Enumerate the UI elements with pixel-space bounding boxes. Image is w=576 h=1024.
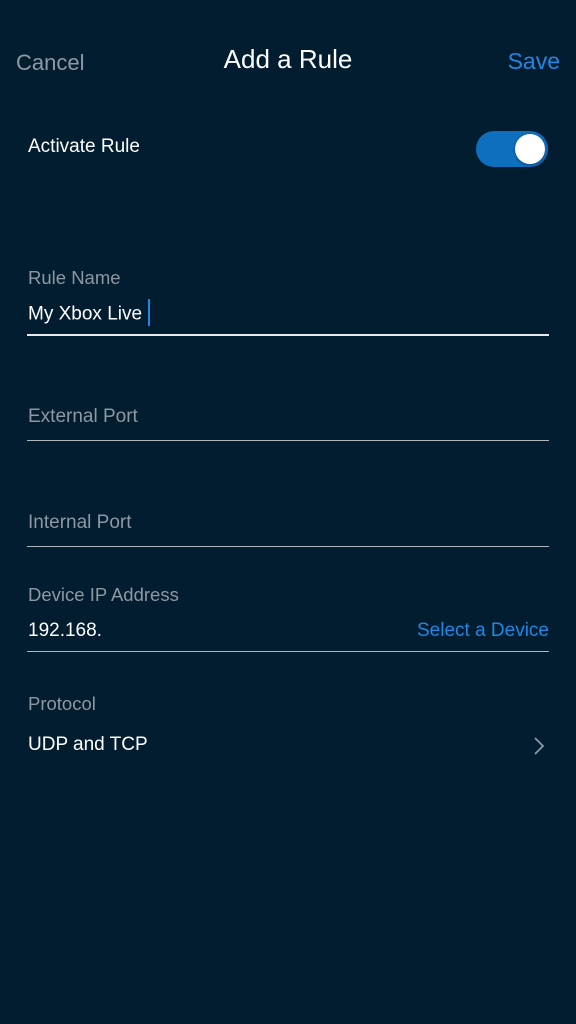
external-port-input[interactable]: External Port [28,406,138,428]
external-port-underline [27,440,549,441]
toggle-knob [515,134,545,164]
save-button[interactable]: Save [508,48,560,75]
activate-rule-label: Activate Rule [28,136,140,157]
device-ip-underline [27,651,549,652]
device-ip-label: Device IP Address [28,584,179,605]
rule-name-value: My Xbox Live [28,303,143,325]
activate-rule-toggle[interactable] [476,131,548,167]
page-title: Add a Rule [223,44,353,74]
rule-name-input[interactable]: My Xbox Live [28,299,151,326]
text-caret [148,299,151,326]
protocol-value: UDP and TCP [28,734,148,755]
internal-port-underline [27,546,549,547]
chevron-right-icon [534,737,545,755]
rule-name-underline [27,334,549,336]
protocol-selector[interactable]: UDP and TCP [0,716,576,776]
protocol-label: Protocol [28,693,96,714]
rule-name-label: Rule Name [28,267,121,288]
select-device-button[interactable]: Select a Device [417,620,549,642]
device-ip-input[interactable]: 192.168. [28,620,102,642]
internal-port-input[interactable]: Internal Port [28,512,132,534]
